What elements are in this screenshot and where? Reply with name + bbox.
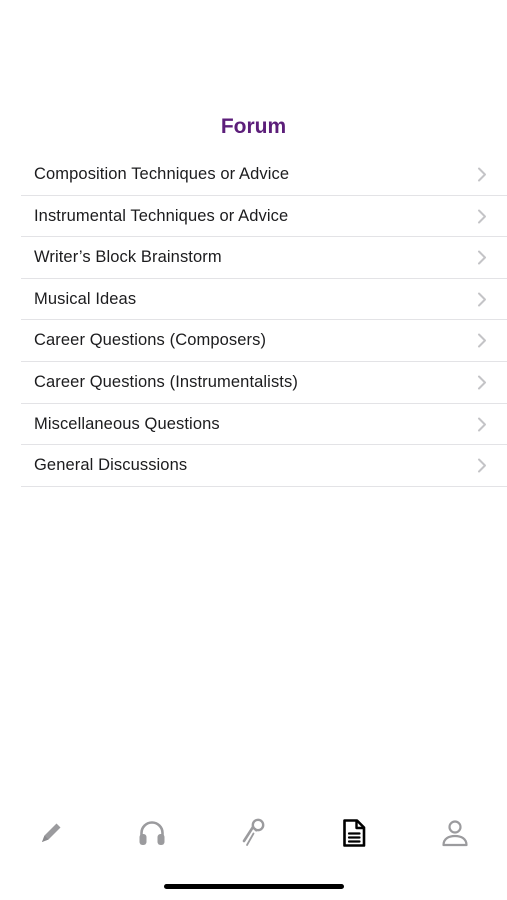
chevron-right-icon: [478, 458, 486, 473]
chevron-right-icon: [478, 333, 486, 348]
chevron-right-icon: [478, 209, 486, 224]
home-indicator[interactable]: [164, 884, 344, 889]
forum-item-label: Writer’s Block Brainstorm: [34, 248, 222, 267]
forum-list: Composition Techniques or Advice Instrum…: [21, 154, 507, 487]
forum-item-label: Instrumental Techniques or Advice: [34, 206, 289, 225]
chevron-right-icon: [478, 250, 486, 265]
pencil-icon: [42, 823, 61, 842]
header-title: Forum: [220, 115, 287, 138]
forum-item-musical-ideas[interactable]: Musical Ideas: [21, 279, 507, 321]
document-icon: [343, 819, 366, 847]
person-icon: [442, 820, 468, 847]
forum-item-career-composers[interactable]: Career Questions (Composers): [21, 320, 507, 362]
forum-item-label: Composition Techniques or Advice: [34, 165, 290, 183]
chevron-right-icon: [478, 417, 486, 432]
microphone-icon: [242, 818, 265, 846]
chevron-right-icon: [478, 292, 486, 307]
forum-item-label: Miscellaneous Questions: [34, 414, 220, 433]
tab-listen[interactable]: [122, 806, 182, 860]
tab-bar: [0, 806, 507, 860]
chevron-right-icon: [478, 167, 486, 182]
headphones-icon: [139, 821, 165, 845]
tab-forum[interactable]: [324, 806, 384, 860]
tab-record[interactable]: [223, 806, 283, 860]
forum-item-label: Musical Ideas: [34, 289, 137, 308]
forum-item-career-instrumentalists[interactable]: Career Questions (Instrumentalists): [21, 362, 507, 404]
tab-profile[interactable]: [425, 806, 485, 860]
tab-compose[interactable]: [21, 806, 81, 860]
forum-item-label: Career Questions (Instrumentalists): [34, 372, 298, 391]
forum-item-miscellaneous[interactable]: Miscellaneous Questions: [21, 404, 507, 446]
forum-item-composition-techniques[interactable]: Composition Techniques or Advice: [21, 154, 507, 196]
chevron-right-icon: [478, 375, 486, 390]
forum-item-writers-block[interactable]: Writer’s Block Brainstorm: [21, 237, 507, 279]
forum-item-instrumental-techniques[interactable]: Instrumental Techniques or Advice: [21, 196, 507, 238]
forum-item-general-discussions[interactable]: General Discussions: [21, 445, 507, 487]
forum-item-label: General Discussions: [34, 456, 188, 475]
forum-item-label: Career Questions (Composers): [34, 331, 267, 350]
